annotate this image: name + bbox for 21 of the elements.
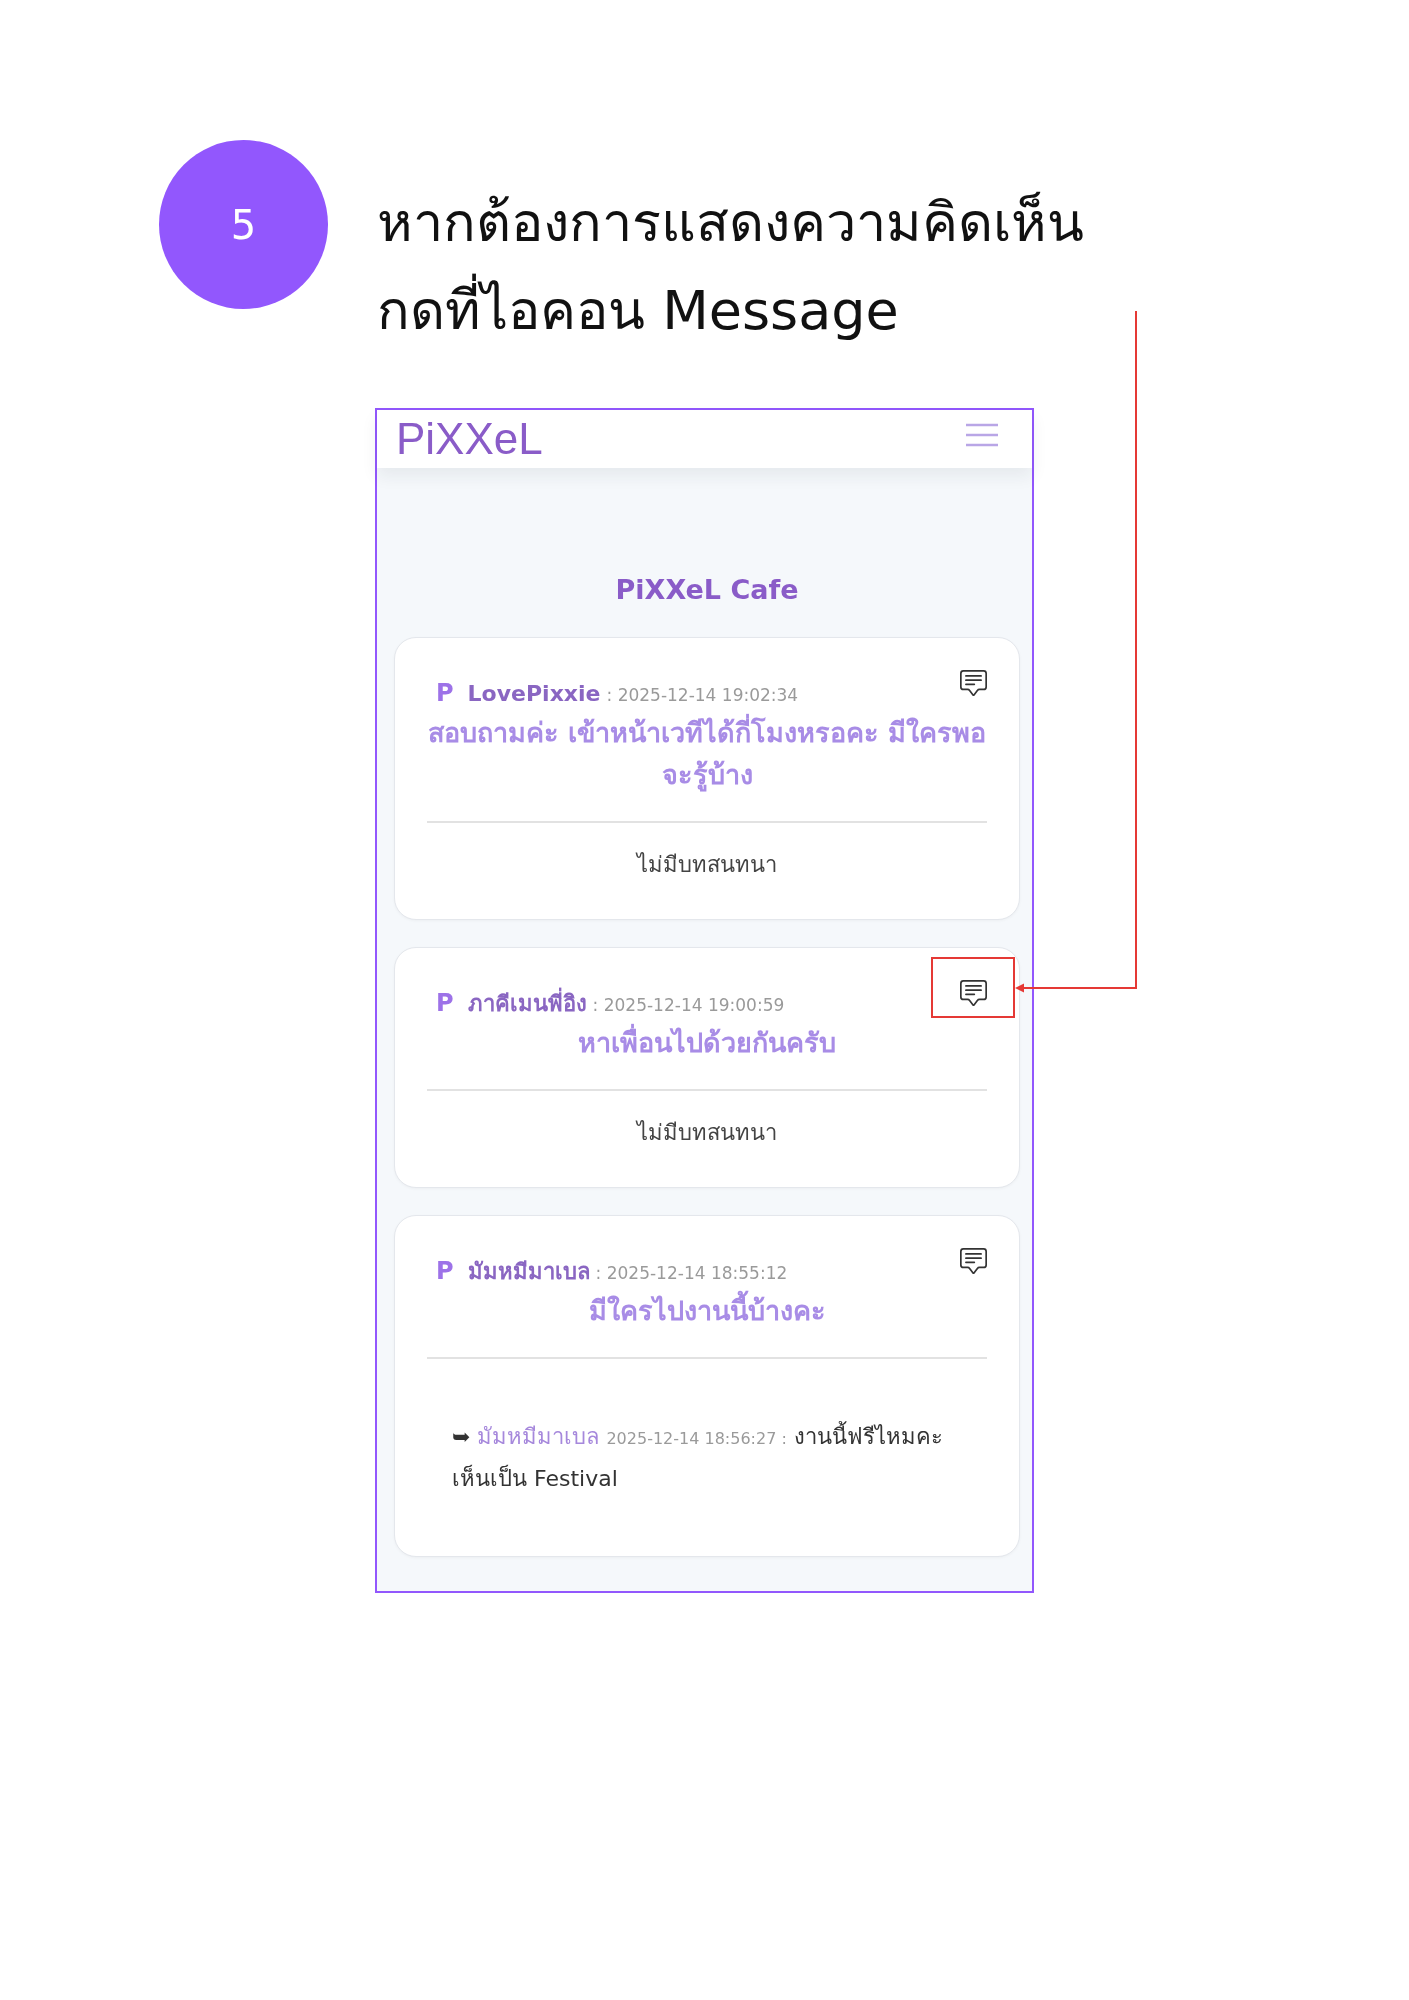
reply-comment: ➥ มัมหมีมาเบล 2025-12-14 18:56:27 : งานนี้ฟรีไหมคะ เห็นเป็น Festival [452,1417,987,1499]
post-timestamp: : 2025-12-14 19:02:34 [606,684,799,707]
logo[interactable]: PiXXeL [396,417,543,461]
chat-icon[interactable] [960,980,987,1007]
post-title: หาเพื่อนไปด้วยกันครับ [427,1022,987,1064]
chat-icon[interactable] [960,670,987,697]
post-title: มีใครไปงานนี้บ้างคะ [427,1290,987,1332]
empty-conversation-text: ไม่มีบทสนทนา [634,1119,778,1147]
page-title: PiXXeL Cafe [614,573,800,607]
step-badge: 5 [159,140,328,309]
chat-icon[interactable] [960,1248,987,1275]
author-name: มัมหมีมาเบล [467,1258,590,1286]
avatar-letter: P [436,1257,454,1285]
author-name: LovePixxie [467,680,601,708]
avatar-letter: P [436,679,454,707]
avatar-letter: P [436,989,454,1017]
post-timestamp: : 2025-12-14 19:00:59 [592,994,785,1017]
post-title: สอบถามค่ะ เข้าหน้าเวทีได้กี่โมงหรอคะ มีใครพอจะรู้บ้าง [427,712,987,796]
empty-conversation-text: ไม่มีบทสนทนา [634,851,778,879]
step-title: หากต้องการแสดงความคิดเห็น กดที่ไอคอน Message [377,190,1084,344]
post-timestamp: : 2025-12-14 18:55:12 [595,1262,788,1285]
